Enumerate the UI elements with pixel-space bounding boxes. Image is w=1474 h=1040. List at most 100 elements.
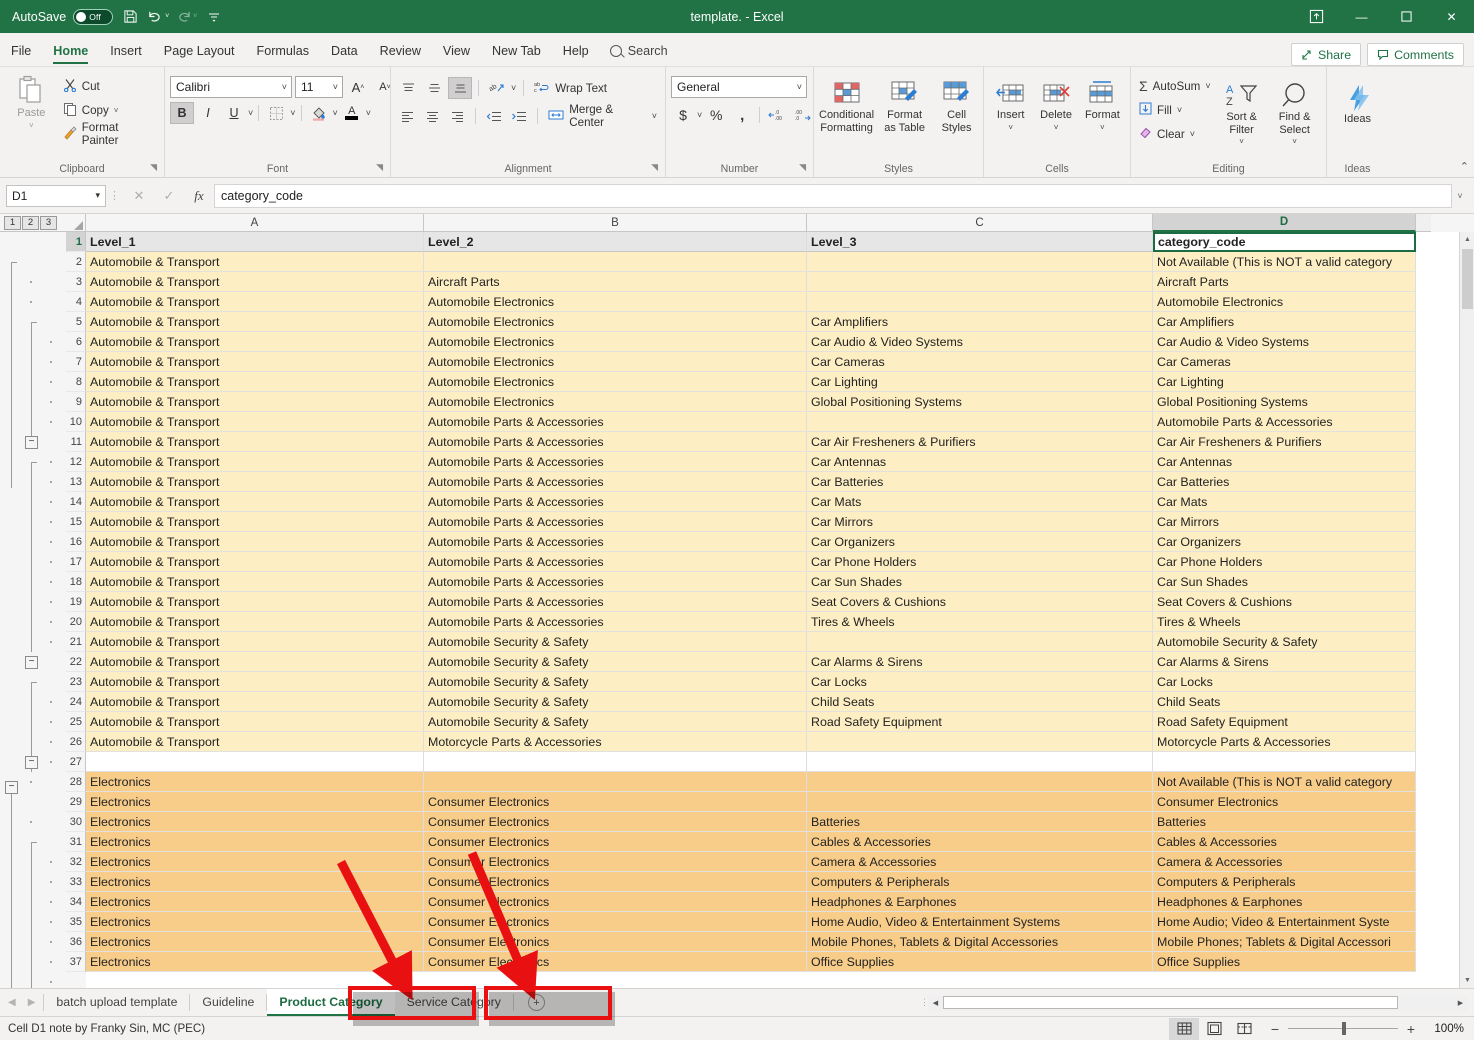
alignment-dialog-launcher-icon[interactable]: ◥ xyxy=(651,159,658,175)
cell-B22[interactable]: Automobile Security & Safety xyxy=(424,652,807,672)
cell-A13[interactable]: Automobile & Transport xyxy=(86,472,424,492)
cell-C35[interactable]: Home Audio, Video & Entertainment System… xyxy=(807,912,1153,932)
save-icon[interactable] xyxy=(119,6,141,28)
cell-D24[interactable]: Child Seats xyxy=(1153,692,1416,712)
row-header-1[interactable]: 1 xyxy=(66,232,86,252)
tab-data[interactable]: Data xyxy=(320,36,369,66)
row-header-31[interactable]: 31 xyxy=(66,832,86,852)
find-select-button[interactable]: Find & Select ˅ xyxy=(1270,74,1320,149)
cell-D28[interactable]: Not Available (This is NOT a valid categ… xyxy=(1153,772,1416,792)
format-painter-button[interactable]: Format Painter xyxy=(60,121,159,147)
cell-C14[interactable]: Car Mats xyxy=(807,492,1153,512)
cell-C27[interactable] xyxy=(807,752,1153,772)
cell-D23[interactable]: Car Locks xyxy=(1153,672,1416,692)
cell-A36[interactable]: Electronics xyxy=(86,932,424,952)
redo-icon[interactable]: ˅ xyxy=(175,6,197,28)
name-box[interactable]: D1 ▾ xyxy=(6,184,106,207)
cell-C9[interactable]: Global Positioning Systems xyxy=(807,392,1153,412)
scroll-down-icon[interactable]: ▼ xyxy=(1460,973,1474,988)
row-header-28[interactable]: 28 xyxy=(66,772,86,792)
cell-A31[interactable]: Electronics xyxy=(86,832,424,852)
row-header-25[interactable]: 25 xyxy=(66,712,86,732)
number-format-select[interactable]: General ˅ xyxy=(671,76,807,98)
sheet-tab-batch-upload-template[interactable]: batch upload template xyxy=(44,989,189,1016)
tab-insert[interactable]: Insert xyxy=(99,36,153,66)
outline-collapse-auto-security[interactable]: − xyxy=(25,756,38,769)
cell-C5[interactable]: Car Amplifiers xyxy=(807,312,1153,332)
column-header-a[interactable]: A xyxy=(86,214,424,232)
cell-A3[interactable]: Automobile & Transport xyxy=(86,272,424,292)
tab-page-layout[interactable]: Page Layout xyxy=(153,36,246,66)
cell-D6[interactable]: Car Audio & Video Systems xyxy=(1153,332,1416,352)
cell-D27[interactable] xyxy=(1153,752,1416,772)
cell-C16[interactable]: Car Organizers xyxy=(807,532,1153,552)
paste-chevron-down-icon[interactable]: ˅ xyxy=(29,120,34,133)
cell-C25[interactable]: Road Safety Equipment xyxy=(807,712,1153,732)
cell-D14[interactable]: Car Mats xyxy=(1153,492,1416,512)
delete-chevron-down-icon[interactable]: ˅ xyxy=(1054,122,1059,135)
row-header-14[interactable]: 14 xyxy=(66,492,86,512)
cell-D25[interactable]: Road Safety Equipment xyxy=(1153,712,1416,732)
cell-A1[interactable]: Level_1 xyxy=(86,232,424,252)
cell-C12[interactable]: Car Antennas xyxy=(807,452,1153,472)
cell-D10[interactable]: Automobile Parts & Accessories xyxy=(1153,412,1416,432)
currency-format-button[interactable]: $ xyxy=(671,104,695,126)
outline-level-2-button[interactable]: 2 xyxy=(22,215,39,230)
formula-input[interactable]: category_code xyxy=(214,183,1452,208)
cell-D11[interactable]: Car Air Fresheners & Purifiers xyxy=(1153,432,1416,452)
format-as-table-button[interactable]: Format as Table xyxy=(880,72,929,134)
zoom-slider-thumb[interactable] xyxy=(1342,1022,1346,1035)
cell-C15[interactable]: Car Mirrors xyxy=(807,512,1153,532)
cell-C11[interactable]: Car Air Fresheners & Purifiers xyxy=(807,432,1153,452)
cell-B8[interactable]: Automobile Electronics xyxy=(424,372,807,392)
cell-C18[interactable]: Car Sun Shades xyxy=(807,572,1153,592)
comments-button[interactable]: Comments xyxy=(1367,43,1464,66)
ribbon-display-options-icon[interactable] xyxy=(1294,0,1339,33)
row-header-26[interactable]: 26 xyxy=(66,732,86,752)
cell-B28[interactable] xyxy=(424,772,807,792)
autosave-switch[interactable]: Off xyxy=(73,8,114,25)
increase-indent-button[interactable] xyxy=(507,105,530,127)
currency-chevron-down-icon[interactable]: ˅ xyxy=(697,110,702,120)
cell-A6[interactable]: Automobile & Transport xyxy=(86,332,424,352)
cell-B34[interactable]: Consumer Electronics xyxy=(424,892,807,912)
row-header-8[interactable]: 8 xyxy=(66,372,86,392)
cell-B30[interactable]: Consumer Electronics xyxy=(424,812,807,832)
outline-collapse-auto-elec[interactable]: − xyxy=(25,436,38,449)
cell-C36[interactable]: Mobile Phones, Tablets & Digital Accesso… xyxy=(807,932,1153,952)
cell-B21[interactable]: Automobile Security & Safety xyxy=(424,632,807,652)
insert-cells-button[interactable]: Insert ˅ xyxy=(989,72,1032,134)
align-center-button[interactable] xyxy=(421,105,444,127)
cell-A19[interactable]: Automobile & Transport xyxy=(86,592,424,612)
select-all-button[interactable] xyxy=(66,214,86,232)
cell-C6[interactable]: Car Audio & Video Systems xyxy=(807,332,1153,352)
row-header-21[interactable]: 21 xyxy=(66,632,86,652)
cell-D21[interactable]: Automobile Security & Safety xyxy=(1153,632,1416,652)
cancel-icon[interactable]: ✕ xyxy=(124,184,154,208)
cell-B36[interactable]: Consumer Electronics xyxy=(424,932,807,952)
scroll-left-icon[interactable]: ◀ xyxy=(928,995,943,1010)
zoom-out-button[interactable]: − xyxy=(1269,1021,1281,1037)
align-middle-button[interactable] xyxy=(422,77,446,99)
scroll-up-icon[interactable]: ▲ xyxy=(1460,232,1474,247)
cell-C19[interactable]: Seat Covers & Cushions xyxy=(807,592,1153,612)
cell-B2[interactable] xyxy=(424,252,807,272)
cell-D33[interactable]: Computers & Peripherals xyxy=(1153,872,1416,892)
cell-C23[interactable]: Car Locks xyxy=(807,672,1153,692)
borders-chevron-down-icon[interactable]: ˅ xyxy=(290,108,295,118)
row-header-6[interactable]: 6 xyxy=(66,332,86,352)
cell-B10[interactable]: Automobile Parts & Accessories xyxy=(424,412,807,432)
row-header-9[interactable]: 9 xyxy=(66,392,86,412)
cell-A17[interactable]: Automobile & Transport xyxy=(86,552,424,572)
cell-B6[interactable]: Automobile Electronics xyxy=(424,332,807,352)
cell-D36[interactable]: Mobile Phones; Tablets & Digital Accesso… xyxy=(1153,932,1416,952)
row-header-20[interactable]: 20 xyxy=(66,612,86,632)
cell-A14[interactable]: Automobile & Transport xyxy=(86,492,424,512)
cell-B13[interactable]: Automobile Parts & Accessories xyxy=(424,472,807,492)
cell-A29[interactable]: Electronics xyxy=(86,792,424,812)
row-header-22[interactable]: 22 xyxy=(66,652,86,672)
merge-chevron-down-icon[interactable]: ˅ xyxy=(652,111,657,121)
column-header-d[interactable]: D xyxy=(1153,214,1416,232)
cell-B37[interactable]: Consumer Electronics xyxy=(424,952,807,972)
cell-B15[interactable]: Automobile Parts & Accessories xyxy=(424,512,807,532)
